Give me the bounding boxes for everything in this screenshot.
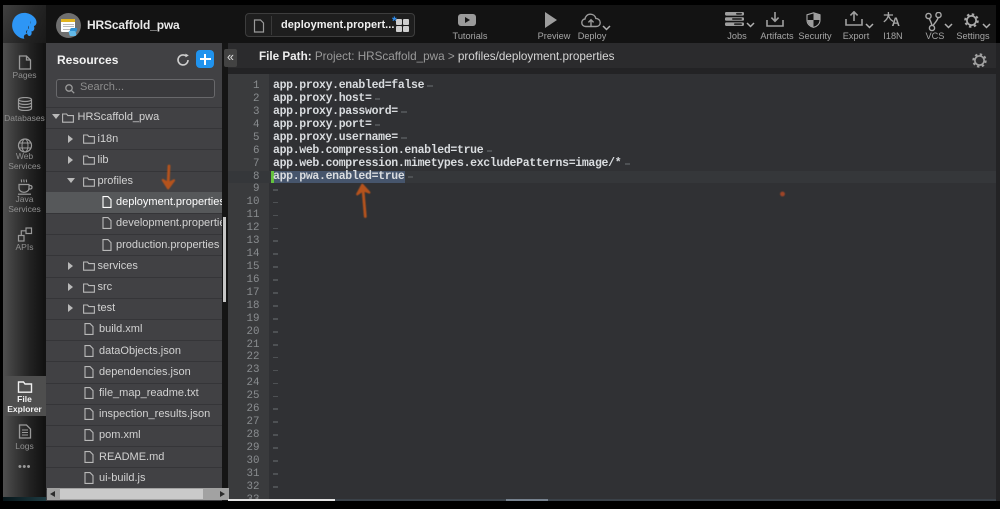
svg-text:A: A xyxy=(892,17,900,27)
